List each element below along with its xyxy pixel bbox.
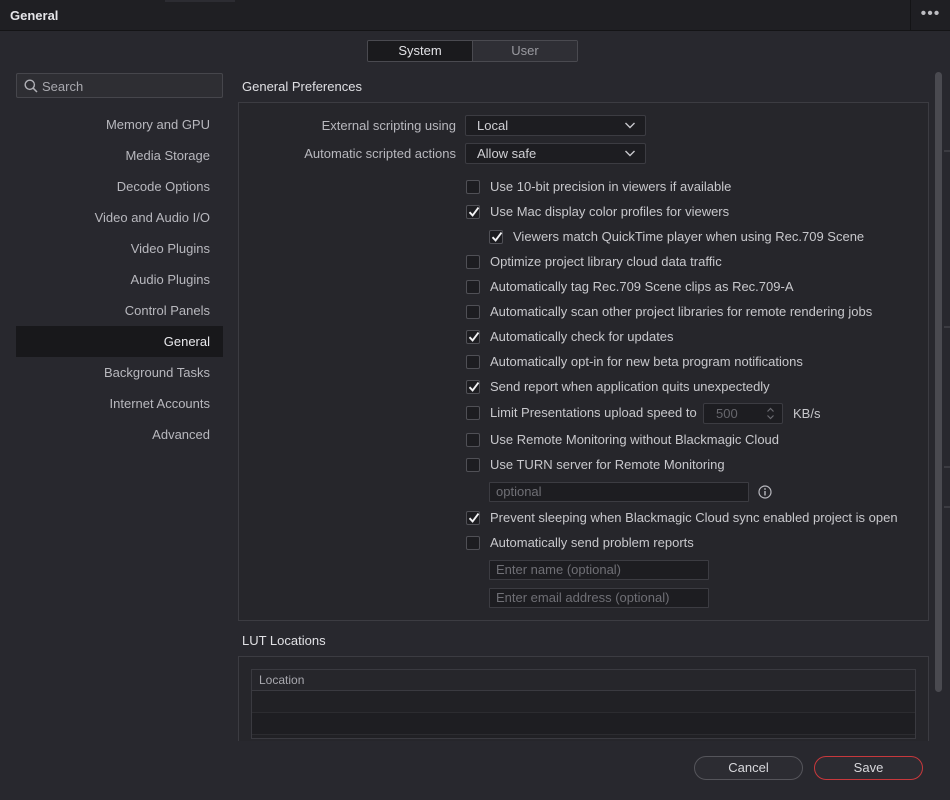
footer-bar (0, 741, 950, 800)
checkbox[interactable] (466, 458, 480, 472)
edge-divider (944, 466, 950, 468)
cancel-button[interactable]: Cancel (694, 756, 803, 780)
automatic-scripted-actions-label: Automatic scripted actions (304, 146, 456, 161)
more-options-icon[interactable]: ••• (910, 0, 950, 31)
email-field[interactable]: Enter email address (optional) (489, 588, 709, 608)
external-scripting-label: External scripting using (321, 118, 456, 133)
sidebar-item-control-panels[interactable]: Control Panels (16, 295, 223, 326)
lut-locations-panel: Location (238, 656, 929, 746)
lut-locations-heading: LUT Locations (242, 633, 326, 648)
checkbox[interactable] (466, 355, 480, 369)
name-field[interactable]: Enter name (optional) (489, 560, 709, 580)
system-user-toggle: System User (367, 40, 578, 62)
sidebar-item-general[interactable]: General (16, 326, 223, 357)
option-label: Use TURN server for Remote Monitoring (490, 457, 725, 472)
search-icon (24, 79, 38, 93)
option-label: Automatically opt-in for new beta progra… (490, 354, 803, 369)
option-label: Use Remote Monitoring without Blackmagic… (490, 432, 780, 447)
sidebar-item-audio-plugins[interactable]: Audio Plugins (16, 264, 223, 295)
sidebar-item-background-tasks[interactable]: Background Tasks (16, 357, 223, 388)
checkbox[interactable] (466, 380, 480, 394)
table-row[interactable] (252, 713, 915, 735)
edge-divider (944, 326, 950, 328)
lut-locations-table: Location (251, 669, 916, 739)
option-label: Optimize project library cloud data traf… (490, 254, 722, 269)
sidebar-item-internet-accounts[interactable]: Internet Accounts (16, 388, 223, 419)
checkbox[interactable] (466, 255, 480, 269)
edge-divider (944, 150, 950, 152)
general-preferences-heading: General Preferences (242, 79, 362, 94)
checkbox[interactable] (466, 536, 480, 550)
vertical-scrollbar[interactable] (935, 72, 942, 692)
location-column-header[interactable]: Location (252, 670, 915, 691)
external-scripting-value: Local (477, 118, 509, 133)
search-box (16, 73, 223, 98)
checkmark-icon (491, 232, 503, 242)
stepper-arrows-icon (767, 407, 774, 420)
chevron-down-icon (625, 122, 635, 129)
automatic-scripted-actions-value: Allow safe (477, 146, 537, 161)
edge-divider (944, 506, 950, 508)
sidebar-item-advanced[interactable]: Advanced (16, 419, 223, 450)
checkbox[interactable] (466, 433, 480, 447)
option-label: Prevent sleeping when Blackmagic Cloud s… (490, 510, 898, 525)
sidebar-item-video-and-audio-io[interactable]: Video and Audio I/O (16, 202, 223, 233)
checkmark-icon (468, 513, 480, 523)
option-label: Automatically check for updates (490, 329, 674, 344)
option-label: Use Mac display color profiles for viewe… (490, 204, 730, 219)
option-label: Viewers match QuickTime player when usin… (513, 229, 865, 244)
option-label: Send report when application quits unexp… (490, 379, 770, 394)
option-label: Limit Presentations upload speed to (490, 405, 697, 420)
title-bar-divider (165, 0, 235, 2)
upload-speed-value: 500 (716, 406, 738, 421)
tab-user[interactable]: User (473, 41, 577, 61)
table-row[interactable] (252, 691, 915, 713)
checkmark-icon (468, 332, 480, 342)
chevron-down-icon (625, 150, 635, 157)
checkbox[interactable] (466, 280, 480, 294)
automatic-scripted-actions-dropdown[interactable]: Allow safe (465, 143, 646, 164)
turn-server-field[interactable]: optional (489, 482, 749, 502)
sidebar: Memory and GPU Media Storage Decode Opti… (16, 109, 223, 450)
search-input[interactable] (42, 77, 217, 95)
option-label: Automatically send problem reports (490, 535, 694, 550)
title-bar: General ••• (0, 0, 950, 31)
option-label: Use 10-bit precision in viewers if avail… (490, 179, 732, 194)
sidebar-item-video-plugins[interactable]: Video Plugins (16, 233, 223, 264)
checkbox[interactable] (466, 511, 480, 525)
sidebar-item-decode-options[interactable]: Decode Options (16, 171, 223, 202)
option-label: Automatically scan other project librari… (490, 304, 873, 319)
option-label: Automatically tag Rec.709 Scene clips as… (490, 279, 794, 294)
upload-speed-stepper[interactable]: 500 (703, 403, 783, 424)
checkbox[interactable] (466, 180, 480, 194)
tab-system[interactable]: System (368, 41, 473, 61)
info-icon[interactable] (758, 485, 772, 499)
window-title: General (10, 8, 59, 23)
checkmark-icon (468, 382, 480, 392)
checkmark-icon (468, 207, 480, 217)
upload-speed-unit: KB/s (793, 406, 821, 421)
external-scripting-dropdown[interactable]: Local (465, 115, 646, 136)
checkbox[interactable] (489, 230, 503, 244)
save-button[interactable]: Save (814, 756, 923, 780)
sidebar-item-media-storage[interactable]: Media Storage (16, 140, 223, 171)
checkbox[interactable] (466, 205, 480, 219)
checkbox[interactable] (466, 305, 480, 319)
checkbox[interactable] (466, 406, 480, 420)
checkbox[interactable] (466, 330, 480, 344)
sidebar-item-memory-and-gpu[interactable]: Memory and GPU (16, 109, 223, 140)
